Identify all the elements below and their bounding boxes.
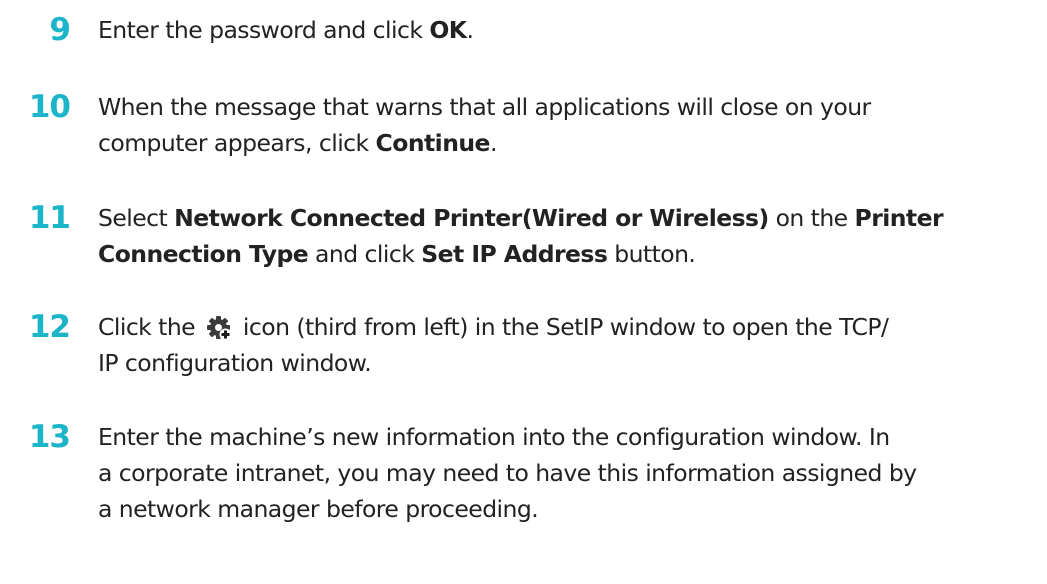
bold-term: Connection Type: [98, 240, 309, 268]
text-run: icon (third from left) in the SetIP wind…: [236, 313, 889, 341]
step-number: 13: [28, 419, 71, 455]
text-run: a corporate intranet, you may need to ha…: [98, 459, 917, 487]
step-text-line: IP configuration window.: [98, 345, 1043, 381]
step-number: 10: [28, 89, 71, 125]
bold-term: Printer: [854, 204, 944, 232]
text-run: button.: [607, 240, 696, 268]
step-number: 9: [49, 12, 71, 48]
step-text-line: computer appears, click Continue.: [98, 125, 1043, 161]
step-number: 11: [28, 200, 71, 236]
step-text-line: a network manager before proceeding.: [98, 491, 1043, 527]
text-run: When the message that warns that all app…: [98, 93, 871, 121]
step-number: 12: [28, 309, 71, 345]
text-run: and click: [308, 240, 422, 268]
bold-term: Continue: [375, 129, 491, 157]
text-run: .: [466, 16, 474, 44]
step-text: Enter the password and click OK.: [98, 12, 1043, 48]
text-run: .: [489, 129, 497, 157]
bold-term: Set IP Address: [421, 240, 608, 268]
text-run: a network manager before proceeding.: [98, 495, 539, 523]
text-run: Select: [98, 204, 175, 232]
step-text-line: When the message that warns that all app…: [98, 89, 1043, 125]
step-text-line: Click the icon (third from left) in the …: [98, 309, 1043, 345]
bold-term: OK: [429, 16, 467, 44]
step-text: When the message that warns that all app…: [98, 89, 1043, 161]
text-run: Click the: [98, 313, 203, 341]
text-run: computer appears, click: [98, 129, 376, 157]
step-text-line: Select Network Connected Printer(Wired o…: [98, 200, 1043, 236]
text-run: IP configuration window.: [98, 349, 372, 377]
gear-plus-icon: [206, 315, 232, 341]
step-text-line: Connection Type and click Set IP Address…: [98, 236, 1043, 272]
bold-term: Network Connected Printer(Wired or Wirel…: [174, 204, 769, 232]
text-run: Enter the password and click: [98, 16, 430, 44]
step-text-line: Enter the password and click OK.: [98, 12, 1043, 48]
text-run: on the: [768, 204, 855, 232]
step-text: Select Network Connected Printer(Wired o…: [98, 200, 1043, 272]
step-text-line: a corporate intranet, you may need to ha…: [98, 455, 1043, 491]
step-text-line: Enter the machine’s new information into…: [98, 419, 1043, 455]
step-text: Click the icon (third from left) in the …: [98, 309, 1043, 381]
text-run: Enter the machine’s new information into…: [98, 423, 890, 451]
step-text: Enter the machine’s new information into…: [98, 419, 1043, 527]
